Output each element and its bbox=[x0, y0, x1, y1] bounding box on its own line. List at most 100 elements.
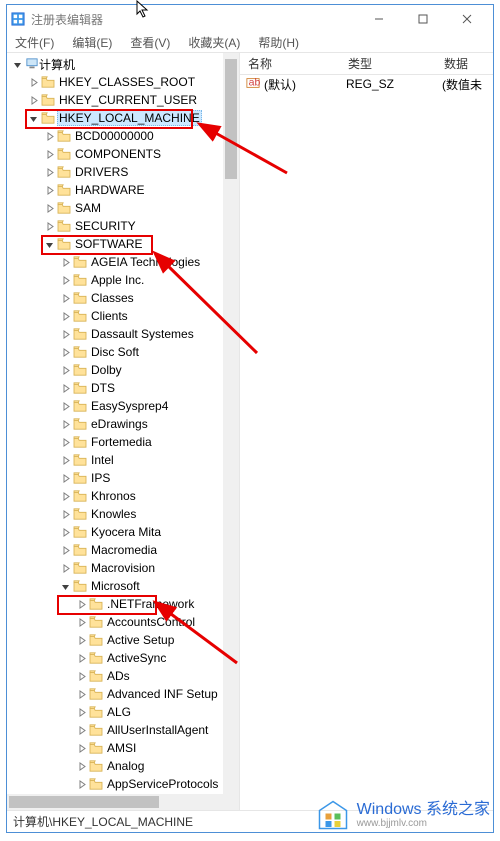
expand-icon[interactable] bbox=[43, 220, 55, 232]
tree-scrollbar-horizontal[interactable] bbox=[7, 794, 223, 810]
collapse-icon[interactable] bbox=[11, 58, 23, 70]
expand-icon[interactable] bbox=[75, 778, 87, 790]
expand-icon[interactable] bbox=[59, 418, 71, 430]
tree-hklm-child[interactable]: HARDWARE bbox=[7, 181, 239, 199]
expand-icon[interactable] bbox=[75, 670, 87, 682]
expand-icon[interactable] bbox=[75, 688, 87, 700]
tree-hklm-child[interactable]: COMPONENTS bbox=[7, 145, 239, 163]
expand-icon[interactable] bbox=[43, 148, 55, 160]
tree-software-child[interactable]: Dassault Systemes bbox=[7, 325, 239, 343]
expand-icon[interactable] bbox=[59, 256, 71, 268]
expand-icon[interactable] bbox=[59, 400, 71, 412]
tree-software-child[interactable]: Classes bbox=[7, 289, 239, 307]
tree-microsoft-child[interactable]: ALG bbox=[7, 703, 239, 721]
expand-icon[interactable] bbox=[59, 508, 71, 520]
tree-hklm-child[interactable]: BCD00000000 bbox=[7, 127, 239, 145]
titlebar[interactable]: 注册表编辑器 bbox=[7, 5, 493, 33]
expand-icon[interactable] bbox=[59, 490, 71, 502]
expand-icon[interactable] bbox=[59, 562, 71, 574]
expand-icon[interactable] bbox=[59, 364, 71, 376]
tree-hkcr[interactable]: HKEY_CLASSES_ROOT bbox=[7, 73, 239, 91]
expand-icon[interactable] bbox=[59, 454, 71, 466]
expand-icon[interactable] bbox=[59, 328, 71, 340]
expand-icon[interactable] bbox=[27, 76, 39, 88]
maximize-button[interactable] bbox=[401, 5, 445, 33]
expand-icon[interactable] bbox=[59, 292, 71, 304]
collapse-icon[interactable] bbox=[27, 112, 39, 124]
tree-microsoft-child[interactable]: ADs bbox=[7, 667, 239, 685]
expand-icon[interactable] bbox=[59, 310, 71, 322]
tree-software-child[interactable]: Kyocera Mita bbox=[7, 523, 239, 541]
col-name[interactable]: 名称 bbox=[240, 53, 340, 74]
expand-icon[interactable] bbox=[75, 724, 87, 736]
expand-icon[interactable] bbox=[43, 184, 55, 196]
tree-software-child[interactable]: DTS bbox=[7, 379, 239, 397]
expand-icon[interactable] bbox=[75, 760, 87, 772]
expand-icon[interactable] bbox=[59, 544, 71, 556]
tree-hkcu[interactable]: HKEY_CURRENT_USER bbox=[7, 91, 239, 109]
tree-microsoft-child[interactable]: AccountsControl bbox=[7, 613, 239, 631]
list-body[interactable]: ab (默认) REG_SZ (数值未 bbox=[240, 75, 493, 93]
menu-help[interactable]: 帮助(H) bbox=[254, 34, 303, 51]
tree-scroll-thumb[interactable] bbox=[225, 59, 237, 179]
tree-software-child[interactable]: Clients bbox=[7, 307, 239, 325]
expand-icon[interactable] bbox=[59, 382, 71, 394]
menu-edit[interactable]: 编辑(E) bbox=[68, 34, 116, 51]
expand-icon[interactable] bbox=[59, 436, 71, 448]
tree-microsoft-child[interactable]: ActiveSync bbox=[7, 649, 239, 667]
tree-scroll-thumb-h[interactable] bbox=[9, 796, 159, 808]
collapse-icon[interactable] bbox=[43, 238, 55, 250]
expand-icon[interactable] bbox=[59, 274, 71, 286]
tree-software-child[interactable]: Disc Soft bbox=[7, 343, 239, 361]
tree-software-child[interactable]: AGEIA Technologies bbox=[7, 253, 239, 271]
tree-software-child[interactable]: Apple Inc. bbox=[7, 271, 239, 289]
tree-microsoft[interactable]: Microsoft bbox=[7, 577, 239, 595]
tree-microsoft-child[interactable]: Advanced INF Setup bbox=[7, 685, 239, 703]
tree-microsoft-child[interactable]: AMSI bbox=[7, 739, 239, 757]
tree-software-child[interactable]: Khronos bbox=[7, 487, 239, 505]
tree-software-child[interactable]: Intel bbox=[7, 451, 239, 469]
menu-view[interactable]: 查看(V) bbox=[126, 34, 174, 51]
tree-scrollbar-vertical[interactable] bbox=[223, 53, 239, 810]
tree-microsoft-child[interactable]: Active Setup bbox=[7, 631, 239, 649]
expand-icon[interactable] bbox=[75, 742, 87, 754]
expand-icon[interactable] bbox=[59, 472, 71, 484]
col-type[interactable]: 类型 bbox=[340, 53, 436, 74]
tree-software[interactable]: SOFTWARE bbox=[7, 235, 239, 253]
tree-software-child[interactable]: eDrawings bbox=[7, 415, 239, 433]
tree-software-child[interactable]: IPS bbox=[7, 469, 239, 487]
tree-software-child[interactable]: Dolby bbox=[7, 361, 239, 379]
expand-icon[interactable] bbox=[75, 634, 87, 646]
expand-icon[interactable] bbox=[43, 202, 55, 214]
menu-favorites[interactable]: 收藏夹(A) bbox=[184, 34, 244, 51]
tree-software-child[interactable]: Macrovision bbox=[7, 559, 239, 577]
expand-icon[interactable] bbox=[75, 706, 87, 718]
tree-software-child[interactable]: EasySysprep4 bbox=[7, 397, 239, 415]
tree-hklm-child[interactable]: SECURITY bbox=[7, 217, 239, 235]
expand-icon[interactable] bbox=[43, 130, 55, 142]
expand-icon[interactable] bbox=[59, 526, 71, 538]
tree-microsoft-child[interactable]: AllUserInstallAgent bbox=[7, 721, 239, 739]
close-button[interactable] bbox=[445, 5, 489, 33]
tree-root-computer[interactable]: 计算机 bbox=[7, 55, 239, 73]
tree-software-child[interactable]: Macromedia bbox=[7, 541, 239, 559]
col-data[interactable]: 数据 bbox=[436, 53, 493, 74]
tree-hklm-child[interactable]: DRIVERS bbox=[7, 163, 239, 181]
expand-icon[interactable] bbox=[75, 652, 87, 664]
menu-file[interactable]: 文件(F) bbox=[11, 34, 58, 51]
tree-scroll[interactable]: 计算机HKEY_CLASSES_ROOTHKEY_CURRENT_USERHKE… bbox=[7, 53, 239, 810]
tree-software-child[interactable]: Fortemedia bbox=[7, 433, 239, 451]
minimize-button[interactable] bbox=[357, 5, 401, 33]
expand-icon[interactable] bbox=[75, 616, 87, 628]
expand-icon[interactable] bbox=[43, 166, 55, 178]
tree-microsoft-child[interactable]: AppServiceProtocols bbox=[7, 775, 239, 793]
expand-icon[interactable] bbox=[59, 346, 71, 358]
tree-microsoft-child[interactable]: Analog bbox=[7, 757, 239, 775]
tree-microsoft-child[interactable]: .NETFramework bbox=[7, 595, 239, 613]
collapse-icon[interactable] bbox=[59, 580, 71, 592]
tree-software-child[interactable]: Knowles bbox=[7, 505, 239, 523]
tree-hklm[interactable]: HKEY_LOCAL_MACHINE bbox=[7, 109, 239, 127]
tree-hklm-child[interactable]: SAM bbox=[7, 199, 239, 217]
expand-icon[interactable] bbox=[75, 598, 87, 610]
expand-icon[interactable] bbox=[27, 94, 39, 106]
